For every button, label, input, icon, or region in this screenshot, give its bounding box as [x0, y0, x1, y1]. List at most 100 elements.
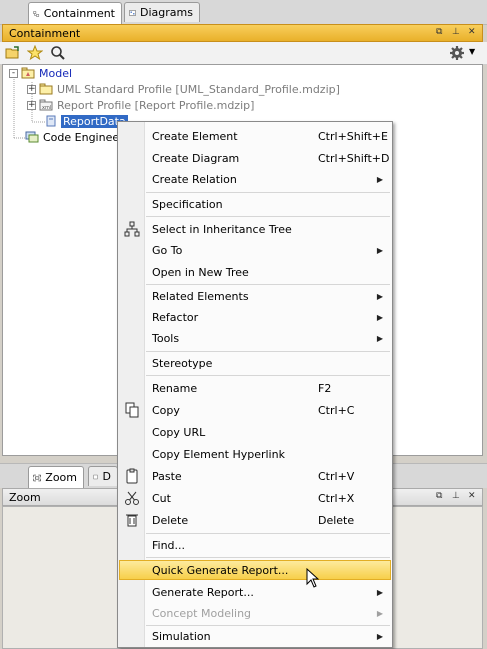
restore-icon[interactable]: ⧉: [436, 28, 444, 37]
menu-separator: [146, 216, 390, 217]
tree-node-report-profile[interactable]: + xml Report Profile [Report Profile.mdz…: [27, 97, 254, 113]
tree-node-model[interactable]: - Model: [9, 65, 72, 81]
menu-item-go-to[interactable]: Go To ▶: [119, 240, 391, 260]
search-icon[interactable]: [50, 45, 66, 61]
star-icon[interactable]: [27, 45, 43, 61]
menu-item-shortcut: Ctrl+Shift+E: [318, 129, 388, 143]
menu-item-copy-element-hyperlink[interactable]: Copy Element Hyperlink: [119, 444, 391, 464]
menu-item-refactor[interactable]: Refactor ▶: [119, 307, 391, 327]
tree-node-uml-standard-profile[interactable]: + UML Standard Profile [UML_Standard_Pro…: [27, 81, 340, 97]
menu-item-label: Specification: [152, 197, 223, 211]
containment-panel-title: Containment: [9, 26, 81, 40]
menu-separator: [146, 351, 390, 352]
menu-separator: [146, 557, 390, 558]
menu-item-label: Tools: [152, 331, 180, 345]
tab-containment[interactable]: Containment: [28, 2, 122, 24]
menu-item-delete[interactable]: Delete Delete: [119, 510, 391, 530]
containment-icon: [33, 10, 40, 17]
menu-item-simulation[interactable]: Simulation ▶: [119, 626, 391, 646]
menu-item-label: Create Relation: [152, 172, 237, 186]
menu-item-quick-generate-report[interactable]: Quick Generate Report...: [119, 560, 391, 580]
copy-icon: [125, 402, 139, 418]
expand-icon[interactable]: +: [27, 100, 36, 110]
zoom-panel-title: Zoom: [9, 490, 41, 504]
tab-zoom-label: Zoom: [45, 471, 77, 484]
submenu-arrow-icon: ▶: [376, 587, 383, 597]
menu-item-concept-modeling[interactable]: Concept Modeling ▶: [119, 603, 391, 623]
menu-item-label: Generate Report...: [152, 585, 254, 599]
menu-separator: [146, 533, 390, 534]
menu-item-generate-report[interactable]: Generate Report... ▶: [119, 582, 391, 602]
menu-item-paste[interactable]: Paste Ctrl+V: [119, 466, 391, 486]
submenu-arrow-icon: ▶: [376, 608, 383, 618]
menu-item-shortcut: Ctrl+X: [318, 491, 355, 505]
tab-diagrams[interactable]: Diagrams: [124, 2, 200, 22]
chevron-down-icon[interactable]: ▼: [469, 47, 475, 56]
menu-item-tools[interactable]: Tools ▶: [119, 328, 391, 348]
submenu-arrow-icon: ▶: [376, 174, 383, 184]
pin-icon[interactable]: ⊥: [452, 28, 460, 37]
close-icon[interactable]: ✕: [468, 492, 476, 501]
menu-item-create-diagram[interactable]: Create Diagram Ctrl+Shift+D: [119, 148, 391, 168]
menu-item-select-in-inheritance-tree[interactable]: Select in Inheritance Tree: [119, 219, 391, 239]
menu-item-create-relation[interactable]: Create Relation ▶: [119, 169, 391, 189]
menu-item-open-in-new-tree[interactable]: Open in New Tree: [119, 262, 391, 282]
menu-item-cut[interactable]: Cut Ctrl+X: [119, 488, 391, 508]
package-icon: [21, 67, 35, 79]
top-tab-strip: Containment Diagrams: [0, 0, 487, 25]
submenu-arrow-icon: ▶: [376, 333, 383, 343]
tab-zoom[interactable]: Zoom: [28, 466, 84, 488]
restore-icon[interactable]: ⧉: [436, 492, 444, 501]
tab-documentation[interactable]: D: [88, 466, 118, 486]
menu-item-label: Go To: [152, 243, 183, 257]
menu-item-shortcut: Ctrl+Shift+D: [318, 151, 390, 165]
menu-item-label: Select in Inheritance Tree: [152, 222, 292, 236]
tree-node-reportdata[interactable]: ReportData: [45, 113, 128, 129]
menu-item-label: Stereotype: [152, 356, 213, 370]
menu-item-related-elements[interactable]: Related Elements ▶: [119, 286, 391, 306]
code-engineering-icon: [25, 131, 39, 143]
submenu-arrow-icon: ▶: [376, 291, 383, 301]
pin-icon[interactable]: ⊥: [452, 492, 460, 501]
menu-item-shortcut: Ctrl+C: [318, 403, 355, 417]
menu-separator: [146, 192, 390, 193]
tree-node-label: UML Standard Profile [UML_Standard_Profi…: [57, 82, 340, 96]
document-icon: [93, 474, 98, 479]
package-icon: [39, 83, 53, 95]
menu-item-label: Copy: [152, 403, 180, 417]
menu-item-copy-url[interactable]: Copy URL: [119, 422, 391, 442]
menu-item-label: Cut: [152, 491, 171, 505]
open-folder-icon[interactable]: [5, 45, 21, 61]
menu-item-create-element[interactable]: Create Element Ctrl+Shift+E: [119, 126, 391, 146]
menu-item-rename[interactable]: Rename F2: [119, 378, 391, 398]
data-icon: [46, 115, 56, 127]
menu-item-find[interactable]: Find...: [119, 535, 391, 555]
menu-item-shortcut: Delete: [318, 513, 355, 527]
menu-separator: [146, 284, 390, 285]
collapse-icon[interactable]: -: [9, 68, 18, 78]
context-menu: Create Element Ctrl+Shift+E Create Diagr…: [117, 121, 393, 648]
menu-item-specification[interactable]: Specification: [119, 194, 391, 214]
containment-toolbar: ▼: [0, 42, 487, 65]
close-icon[interactable]: ✕: [468, 28, 476, 37]
menu-item-label: Refactor: [152, 310, 199, 324]
tree-node-label: Report Profile [Report Profile.mdzip]: [57, 98, 255, 112]
menu-item-label: Copy Element Hyperlink: [152, 447, 285, 461]
menu-separator: [146, 375, 390, 376]
menu-item-copy[interactable]: Copy Ctrl+C: [119, 400, 391, 420]
gear-icon[interactable]: [449, 45, 465, 61]
trash-icon: [126, 514, 138, 527]
expand-icon[interactable]: +: [27, 84, 36, 94]
menu-item-label: Paste: [152, 469, 182, 483]
paste-icon: [126, 468, 138, 484]
zoom-icon: [33, 474, 41, 481]
tab-diagrams-label: Diagrams: [140, 6, 193, 19]
submenu-arrow-icon: ▶: [376, 245, 383, 255]
menu-item-label: Rename: [152, 381, 198, 395]
submenu-arrow-icon: ▶: [376, 312, 383, 322]
menu-item-stereotype[interactable]: Stereotype: [119, 353, 391, 373]
menu-item-shortcut: Ctrl+V: [318, 469, 355, 483]
mouse-pointer-icon: [306, 568, 320, 588]
tab-documentation-label: D: [102, 470, 111, 483]
menu-item-label: Copy URL: [152, 425, 206, 439]
